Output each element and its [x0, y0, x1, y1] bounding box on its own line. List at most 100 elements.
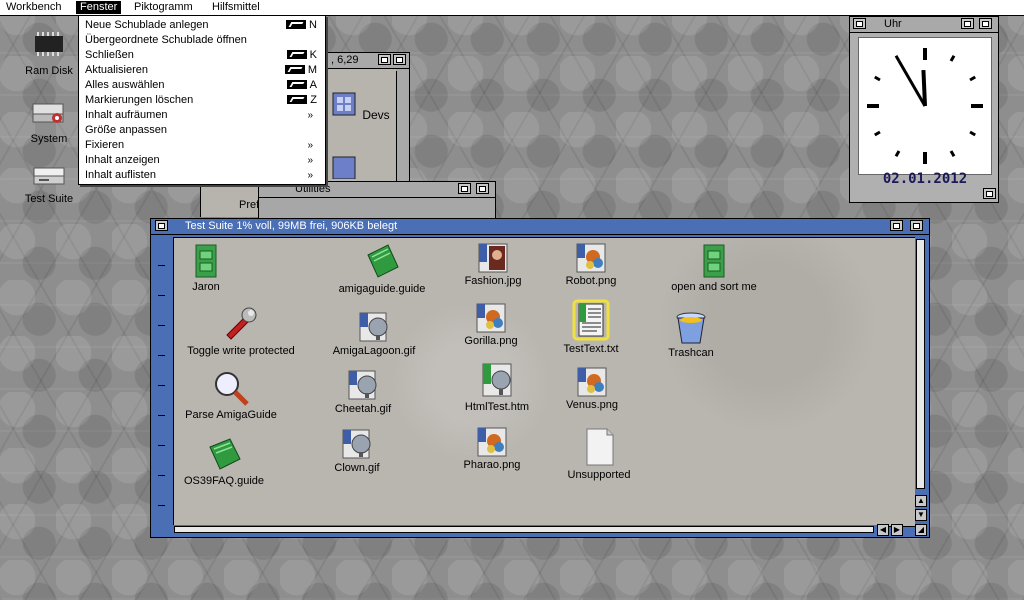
blank-file-icon: [586, 428, 614, 466]
clock-hour-hand: [921, 69, 927, 107]
scroll-left-arrow[interactable]: ◀: [877, 524, 889, 536]
drawer-icon-devs[interactable]: Devs: [329, 89, 390, 122]
file-icon-robot-png[interactable]: Robot.png: [526, 243, 656, 287]
menu-shortcut: Z: [287, 93, 317, 108]
file-icon-label: Jaron: [192, 281, 220, 293]
clock-hour-mark: [949, 150, 956, 157]
clock-window[interactable]: Uhr 02.01.2012: [849, 16, 999, 203]
clock-minute-hand: [897, 60, 927, 107]
submenu-arrow-icon: »: [307, 155, 313, 166]
close-gadget[interactable]: [853, 18, 866, 29]
file-icon-clown-gif[interactable]: Clown.gif: [292, 428, 422, 474]
file-icon-label: Robot.png: [565, 275, 617, 287]
menu-shortcut: N: [286, 18, 317, 33]
horizontal-scroll-knob[interactable]: [174, 526, 874, 533]
drawer-icon-label-partial: Pref: [239, 199, 260, 211]
vertical-scrollbar[interactable]: [915, 237, 927, 525]
file-icon-venus-png[interactable]: Venus.png: [527, 367, 657, 411]
menu-item[interactable]: Schließen K: [85, 48, 319, 63]
scroll-down-arrow[interactable]: ▼: [915, 509, 927, 521]
menu-item[interactable]: Größe anpassen: [85, 123, 319, 138]
desktop-icon-label: Ram Disk: [25, 65, 73, 77]
file-icon-os39faq-guide[interactable]: OS39FAQ.guide: [159, 437, 289, 487]
scroll-up-arrow[interactable]: ▲: [915, 495, 927, 507]
submenu-arrow-icon: »: [307, 140, 313, 151]
submenu-arrow-icon: »: [307, 110, 313, 121]
file-icon-unsupported[interactable]: Unsupported: [534, 427, 664, 481]
zoom-gadget[interactable]: [979, 18, 992, 29]
menu-item-label: Inhalt auflisten: [85, 169, 156, 181]
window-title: , 6,29: [331, 54, 359, 66]
menu-shortcut-key: A: [309, 79, 317, 91]
test-suite-window[interactable]: Test Suite 1% voll, 99MB frei, 906KB bel…: [150, 218, 930, 538]
menu-item[interactable]: Neue Schublade anlegen N: [85, 18, 319, 33]
zoom-gadget[interactable]: [476, 183, 489, 194]
drawer-icon-partial[interactable]: [329, 153, 359, 182]
zoom-gadget[interactable]: [393, 54, 406, 65]
menu-item-label: Inhalt anzeigen: [85, 154, 160, 166]
trashcan-icon: [676, 312, 706, 344]
jpeg-file-icon: [478, 243, 508, 273]
file-icon-jaron[interactable]: Jaron: [141, 243, 271, 293]
menu-shortcut-key: N: [309, 19, 317, 31]
menu-item[interactable]: Inhalt anzeigen »: [85, 153, 319, 168]
gif-file-icon: [348, 370, 377, 400]
menu-item-label: Größe anpassen: [85, 124, 167, 136]
green-drawer-icon: [703, 244, 725, 278]
file-icon-parse-amigaguide[interactable]: Parse AmigaGuide: [166, 369, 296, 421]
desktop-icon-system[interactable]: System: [14, 100, 84, 145]
file-icon-label: open and sort me: [671, 281, 757, 293]
menu-workbench[interactable]: Workbench: [2, 1, 65, 14]
vertical-scroll-knob[interactable]: [916, 239, 925, 489]
menu-item[interactable]: Inhalt auflisten »: [85, 168, 319, 183]
horizontal-scrollbar[interactable]: [173, 525, 885, 535]
menu-piktogramm[interactable]: Piktogramm: [130, 1, 197, 14]
menu-item[interactable]: Übergeordnete Schublade öffnen: [85, 33, 319, 48]
desktop-icon-test-suite[interactable]: Test Suite: [14, 164, 84, 205]
menu-shortcut: A: [286, 78, 317, 93]
desktop-icon-label: Test Suite: [24, 193, 74, 205]
depth-gadget[interactable]: [458, 183, 471, 194]
gif-file-icon: [342, 429, 371, 459]
window-titlebar[interactable]: Uhr: [850, 17, 998, 33]
menu-item[interactable]: Markierungen löschen Z: [85, 93, 319, 108]
clock-hour-mark: [969, 130, 976, 137]
file-icon-label: AmigaLagoon.gif: [332, 345, 416, 357]
menu-item[interactable]: Fixieren »: [85, 138, 319, 153]
scroll-right-arrow[interactable]: ▶: [891, 524, 903, 536]
file-icon-open-and-sort-me[interactable]: open and sort me: [649, 243, 779, 293]
file-icon-cheetah-gif[interactable]: Cheetah.gif: [298, 369, 428, 415]
resize-gadget[interactable]: ◢: [915, 524, 927, 536]
depth-gadget[interactable]: [890, 220, 903, 231]
menu-shortcut-key: M: [307, 64, 317, 76]
resize-gadget[interactable]: [983, 188, 996, 199]
file-icon-toggle-write-protected[interactable]: Toggle write protected: [176, 305, 306, 357]
file-icon-trashcan[interactable]: Trashcan: [626, 311, 756, 359]
gif-file-icon: [359, 312, 388, 342]
file-icon-label: Clown.gif: [334, 462, 380, 474]
desktop-icon-label: System: [30, 133, 68, 145]
menu-item[interactable]: Aktualisieren M: [85, 63, 319, 78]
zoom-gadget[interactable]: [910, 220, 923, 231]
window-title: Test Suite 1% voll, 99MB frei, 906KB bel…: [185, 220, 398, 232]
menu-item[interactable]: Inhalt aufräumen »: [85, 108, 319, 123]
menu-item-label: Fixieren: [85, 139, 125, 151]
amiga-key-icon: [287, 95, 308, 104]
depth-gadget[interactable]: [961, 18, 974, 29]
text-file-icon: [572, 299, 610, 341]
drawer-icon-label: Devs: [362, 108, 390, 122]
menu-item-label: Aktualisieren: [85, 64, 148, 76]
menu-item[interactable]: Alles auswählen A: [85, 78, 319, 93]
amiga-key-icon: [286, 50, 307, 59]
hard-drive-icon: [32, 103, 64, 123]
menu-fenster[interactable]: Fenster: [76, 1, 122, 14]
menu-hilfsmittel[interactable]: Hilfsmittel: [208, 1, 264, 14]
close-gadget[interactable]: [155, 220, 168, 231]
menu-shortcut-key: K: [309, 49, 317, 61]
file-icon-amigalagoon-gif[interactable]: AmigaLagoon.gif: [309, 311, 439, 357]
png-file-icon: [576, 243, 606, 273]
window-titlebar[interactable]: Test Suite 1% voll, 99MB frei, 906KB bel…: [151, 219, 929, 235]
clock-hour-mark: [874, 75, 881, 82]
desktop-icon-ram-disk[interactable]: Ram Disk: [14, 30, 84, 77]
depth-gadget[interactable]: [378, 54, 391, 65]
